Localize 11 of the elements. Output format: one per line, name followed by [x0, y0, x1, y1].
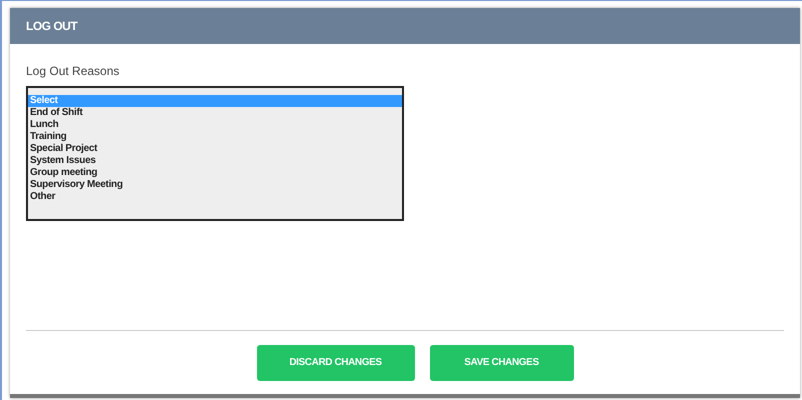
reasons-listbox[interactable]: Select End of Shift Lunch Training Special Project System Issues Group meeting Supervisory Meeting Other	[26, 86, 404, 221]
field-label: Log Out Reasons	[26, 63, 120, 80]
dialog-title: LOG OUT	[26, 18, 78, 35]
list-option[interactable]: System Issues	[28, 155, 402, 167]
list-option[interactable]: Special Project	[28, 143, 402, 155]
list-option[interactable]: End of Shift	[28, 107, 402, 119]
list-option[interactable]: Supervisory Meeting	[28, 179, 402, 191]
list-option[interactable]: Group meeting	[28, 167, 402, 179]
list-option[interactable]: Other	[28, 191, 402, 203]
list-option[interactable]: Lunch	[28, 119, 402, 131]
list-option[interactable]: Training	[28, 131, 402, 143]
